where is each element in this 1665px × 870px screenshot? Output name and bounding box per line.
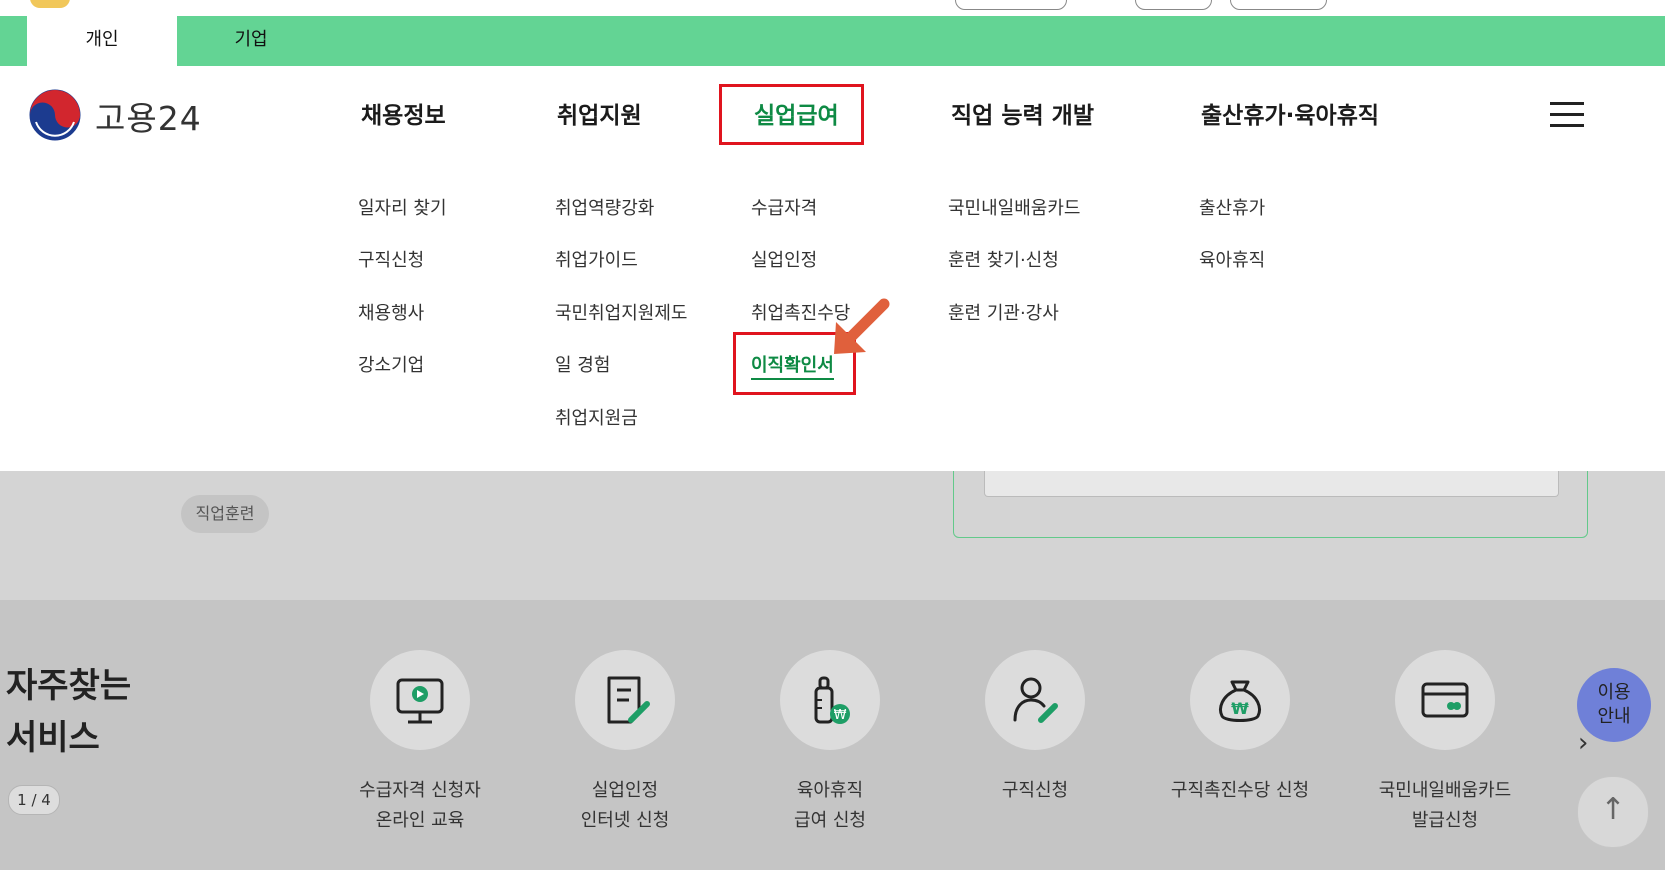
pointer-arrow-icon [834,298,890,354]
submenu-learning-card[interactable]: 국민내일배움카드 [948,194,1080,220]
service-unemployment-recognition[interactable]: 실업인정 인터넷 신청 [535,650,715,836]
baby-bottle-won-icon: ₩ [780,650,880,750]
main-header: 고용24 채용정보 취업지원 실업급여 직업 능력 개발 출산휴가·육아휴직 [0,66,1665,163]
keyword-chip[interactable]: 직업훈련 [181,495,269,533]
money-bag-won-icon: ₩ [1190,650,1290,750]
service-learning-card-issue[interactable]: 국민내일배움카드 발급신청 [1355,650,1535,836]
carousel-next-icon[interactable]: › [1578,728,1588,758]
nav-employment-support[interactable]: 취업지원 [557,96,642,130]
user-type-tabbar: 개인 기업 [0,16,1665,66]
svg-text:₩: ₩ [1231,699,1249,718]
submenu-job-application[interactable]: 구직신청 [358,246,424,272]
highlight-box-nav [719,84,864,145]
service-online-education[interactable]: 수급자격 신청자 온라인 교육 [330,650,510,836]
mega-menu-dropdown: 일자리 찾기 구직신청 채용행사 강소기업 취업역량강화 취업가이드 국민취업지… [0,162,1665,471]
submenu-unemployment-recognition[interactable]: 실업인정 [751,246,817,272]
submenu-training-institutions[interactable]: 훈련 기관·강사 [948,299,1059,325]
services-title: 자주찾는 서비스 [6,666,132,758]
submenu-training-search[interactable]: 훈련 찾기·신청 [948,246,1059,272]
frequent-services-section: 자주찾는 서비스 1 / 4 수급자격 신청자 온라인 교육 실업인정 인터넷 신청… [0,600,1665,870]
document-pen-icon [575,650,675,750]
service-job-application[interactable]: 구직신청 [945,650,1125,806]
submenu-parental-leave[interactable]: 육아휴직 [1199,246,1265,272]
submenu-maternity-leave[interactable]: 출산휴가 [1199,194,1265,220]
person-pen-icon [985,650,1085,750]
tab-business[interactable]: 기업 [176,16,326,66]
hamburger-menu-icon[interactable] [1550,102,1584,128]
submenu-employment-guide[interactable]: 취업가이드 [555,246,638,272]
top-pill-1[interactable] [955,0,1067,10]
government-logo-icon[interactable] [28,88,82,142]
top-utility-strip [0,0,1665,16]
monitor-play-icon [370,650,470,750]
scroll-top-icon[interactable]: ↑ [1577,776,1649,848]
submenu-national-employment-support[interactable]: 국민취업지원제도 [555,299,687,325]
submenu-hiring-events[interactable]: 채용행사 [358,299,424,325]
top-pill-3[interactable] [1230,0,1327,10]
submenu-employment-subsidy[interactable]: 취업지원금 [555,404,638,430]
top-logo-icon [30,0,70,8]
nav-maternity-parental-leave[interactable]: 출산휴가·육아휴직 [1201,96,1379,130]
submenu-job-search[interactable]: 일자리 찾기 [358,194,447,220]
card-icon [1395,650,1495,750]
submenu-eligibility[interactable]: 수급자격 [751,194,817,220]
tab-personal[interactable]: 개인 [27,16,177,66]
carousel-pager: 1 / 4 [8,785,60,815]
nav-recruitment[interactable]: 채용정보 [361,96,446,130]
nav-job-skills[interactable]: 직업 능력 개발 [951,96,1094,130]
service-job-seeking-allowance[interactable]: ₩ 구직촉진수당 신청 [1150,650,1330,806]
submenu-employability[interactable]: 취업역량강화 [555,194,654,220]
top-pill-2[interactable] [1135,0,1212,10]
svg-text:₩: ₩ [834,708,847,723]
submenu-work-experience[interactable]: 일 경험 [555,351,610,377]
service-parental-leave-benefit[interactable]: ₩ 육아휴직 급여 신청 [740,650,920,836]
submenu-small-giant-companies[interactable]: 강소기업 [358,351,424,377]
logo-text[interactable]: 고용24 [95,92,202,140]
